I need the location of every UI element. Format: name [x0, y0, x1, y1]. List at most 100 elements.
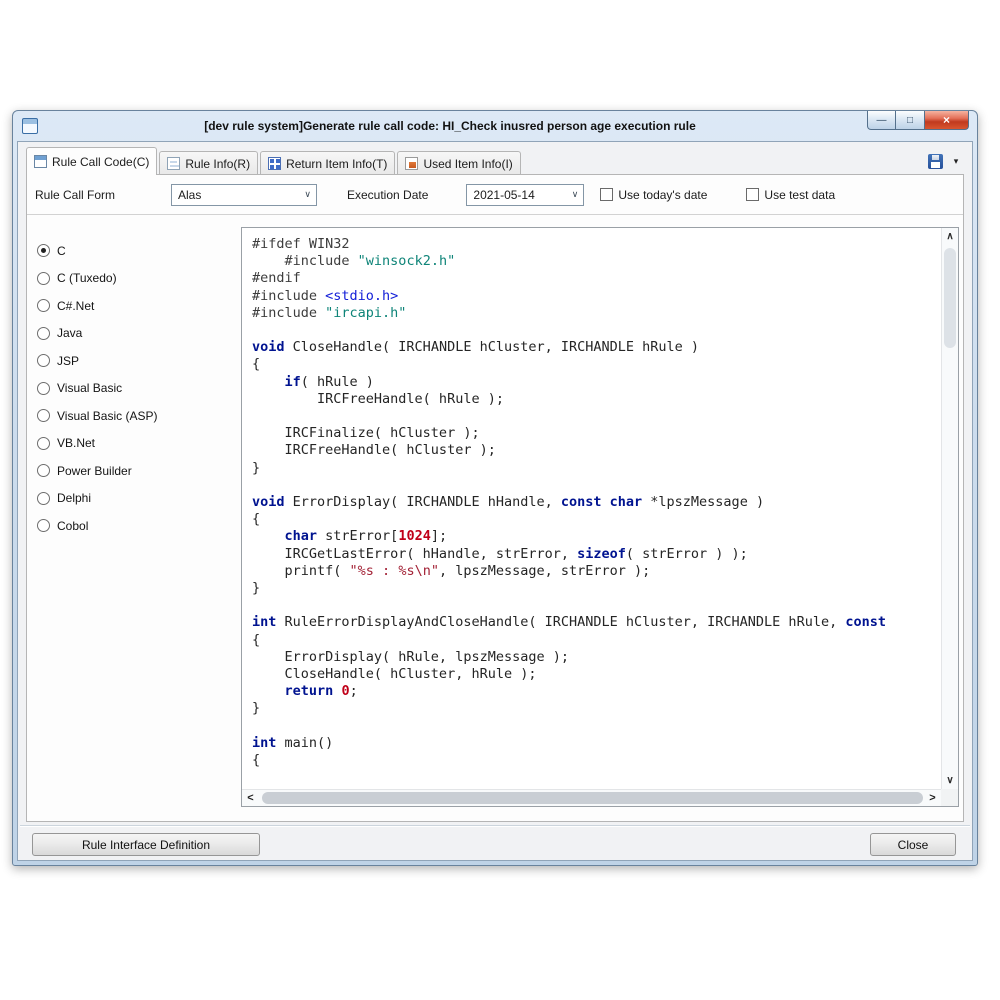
window-title: [dev rule system]Generate rule call code…	[43, 111, 857, 141]
language-label: C	[57, 244, 66, 258]
scroll-down-icon[interactable]: ∨	[942, 772, 958, 789]
horizontal-scrollbar[interactable]: < >	[242, 789, 941, 806]
radio-icon	[37, 354, 50, 367]
code-line: }	[252, 700, 941, 717]
language-label: Power Builder	[57, 464, 132, 478]
language-label: Java	[57, 326, 82, 340]
scroll-up-icon[interactable]: ∧	[942, 228, 958, 245]
radio-icon	[37, 244, 50, 257]
rule-interface-definition-button[interactable]: Rule Interface Definition	[32, 833, 260, 856]
code-line: return 0;	[252, 683, 941, 700]
radio-icon	[37, 519, 50, 532]
code-line: #include "winsock2.h"	[252, 253, 941, 270]
save-button[interactable]	[925, 151, 945, 171]
rule-info-icon	[167, 157, 180, 170]
code-view[interactable]: #ifdef WIN32 #include "winsock2.h"#endif…	[242, 228, 941, 789]
use-todays-date-checkbox[interactable]: Use today's date	[600, 188, 707, 202]
tab-return-item-info-t[interactable]: Return Item Info(T)	[260, 151, 395, 175]
language-option-cobol[interactable]: Cobol	[29, 512, 239, 540]
scrollbar-corner	[941, 789, 958, 806]
window-controls: — □ ×	[867, 111, 969, 130]
code-line: #ifdef WIN32	[252, 236, 941, 253]
code-line: ErrorDisplay( hRule, lpszMessage );	[252, 649, 941, 666]
tab-bar-tabs: Rule Call Code(C) Rule Info(R) Return Item…	[26, 147, 523, 175]
code-line: #include "ircapi.h"	[252, 305, 941, 322]
code-line: IRCGetLastError( hHandle, strError, size…	[252, 546, 941, 563]
rule-call-form-select[interactable]: Alas ∨	[171, 184, 317, 206]
language-option-visual-basic[interactable]: Visual Basic	[29, 375, 239, 403]
code-line: }	[252, 580, 941, 597]
tab-rule-call-code-c[interactable]: Rule Call Code(C)	[26, 147, 157, 175]
code-line: int main()	[252, 735, 941, 752]
language-list: C C (Tuxedo) C#.Net Java JSPVisual Basic Visu…	[29, 227, 239, 807]
app-icon	[22, 118, 38, 134]
minimize-button[interactable]: —	[867, 111, 896, 130]
save-area: ▾	[925, 151, 964, 171]
horizontal-scroll-thumb[interactable]	[262, 792, 923, 804]
close-dialog-button[interactable]: Close	[870, 833, 956, 856]
language-label: C (Tuxedo)	[57, 271, 117, 285]
code-line: int RuleErrorDisplayAndCloseHandle( IRCH…	[252, 614, 941, 631]
language-option-power-builder[interactable]: Power Builder	[29, 457, 239, 485]
language-label: VB.Net	[57, 436, 95, 450]
use-test-data-checkbox[interactable]: Use test data	[746, 188, 835, 202]
code-line: IRCFreeHandle( hCluster );	[252, 442, 941, 459]
tab-used-item-info-i[interactable]: Used Item Info(I)	[397, 151, 520, 175]
used-item-info-icon	[405, 157, 418, 170]
language-option-delphi[interactable]: Delphi	[29, 485, 239, 513]
code-line: {	[252, 632, 941, 649]
return-item-info-icon	[268, 157, 281, 170]
code-line: {	[252, 511, 941, 528]
language-option-visual-basic-asp[interactable]: Visual Basic (ASP)	[29, 402, 239, 430]
rule-call-form-label: Rule Call Form	[35, 188, 171, 202]
tab-label: Rule Call Code(C)	[52, 155, 149, 169]
scroll-right-icon[interactable]: >	[924, 790, 941, 807]
tab-label: Rule Info(R)	[185, 157, 250, 171]
window-close-button[interactable]: ×	[924, 111, 969, 130]
code-line	[252, 718, 941, 735]
code-area: #ifdef WIN32 #include "winsock2.h"#endif…	[241, 227, 959, 807]
language-option-java[interactable]: Java	[29, 320, 239, 348]
language-label: Visual Basic (ASP)	[57, 409, 157, 423]
language-label: Delphi	[57, 491, 91, 505]
maximize-icon: □	[907, 115, 913, 126]
tab-label: Used Item Info(I)	[423, 157, 512, 171]
radio-icon	[37, 464, 50, 477]
code-line: #include <stdio.h>	[252, 288, 941, 305]
save-dropdown-button[interactable]: ▾	[948, 151, 964, 171]
title-bar[interactable]: [dev rule system]Generate rule call code…	[13, 111, 977, 141]
radio-icon	[37, 327, 50, 340]
radio-icon	[37, 492, 50, 505]
tab-rule-info-r[interactable]: Rule Info(R)	[159, 151, 258, 175]
language-option-jsp[interactable]: JSP	[29, 347, 239, 375]
code-line: char strError[1024];	[252, 528, 941, 545]
execution-date-select[interactable]: 2021-05-14 ∨	[466, 184, 584, 206]
tab-label: Return Item Info(T)	[286, 157, 387, 171]
vertical-scroll-thumb[interactable]	[944, 248, 956, 348]
code-line: CloseHandle( hCluster, hRule );	[252, 666, 941, 683]
code-line	[252, 477, 941, 494]
code-line: printf( "%s : %s\n", lpszMessage, strErr…	[252, 563, 941, 580]
language-option-c-net[interactable]: C#.Net	[29, 292, 239, 320]
maximize-button[interactable]: □	[896, 111, 924, 130]
scroll-left-icon[interactable]: <	[242, 790, 259, 807]
vertical-scrollbar[interactable]: ∧ ∨	[941, 228, 958, 789]
code-line: {	[252, 356, 941, 373]
radio-icon	[37, 272, 50, 285]
code-line: void ErrorDisplay( IRCHANDLE hHandle, co…	[252, 494, 941, 511]
language-label: C#.Net	[57, 299, 94, 313]
language-option-c-tuxedo[interactable]: C (Tuxedo)	[29, 265, 239, 293]
radio-icon	[37, 299, 50, 312]
language-option-vb-net[interactable]: VB.Net	[29, 430, 239, 458]
chevron-down-icon: ∨	[304, 189, 311, 200]
code-line: #endif	[252, 270, 941, 287]
radio-icon	[37, 437, 50, 450]
language-option-c[interactable]: C	[29, 237, 239, 265]
footer-divider	[20, 825, 970, 827]
close-icon: ×	[943, 113, 950, 127]
code-line: {	[252, 752, 941, 769]
chevron-down-icon: ∨	[572, 189, 579, 200]
save-icon	[928, 154, 943, 169]
code-line: IRCFinalize( hCluster );	[252, 425, 941, 442]
tab-panel: Rule Call Form Alas ∨ Execution Date 202…	[26, 174, 964, 822]
